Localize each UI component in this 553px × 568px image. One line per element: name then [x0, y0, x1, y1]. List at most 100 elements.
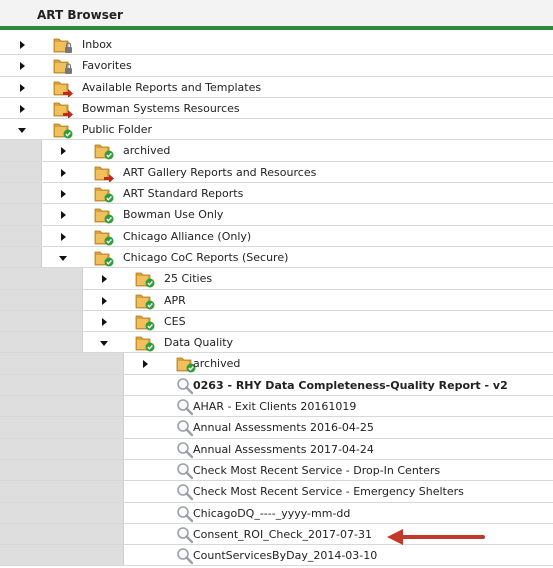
report-row[interactable]: 0263 - RHY Data Completeness-Quality Rep…: [0, 374, 553, 397]
tree-item-label[interactable]: Annual Assessments 2016-04-25: [193, 421, 374, 434]
tree-item-label[interactable]: CES: [164, 315, 186, 328]
folder-row[interactable]: Favorites: [0, 55, 553, 77]
folder-check-icon: [134, 292, 156, 310]
tree-indent: [0, 225, 42, 246]
expand-toggle-right-icon[interactable]: [17, 61, 27, 71]
tree-item-label[interactable]: Check Most Recent Service - Drop-In Cent…: [193, 464, 440, 477]
folder-lock-icon: [52, 57, 74, 75]
folder-row[interactable]: 25 Cities: [0, 268, 553, 290]
expand-toggle-right-icon[interactable]: [58, 189, 68, 199]
folder-row[interactable]: Chicago Alliance (Only): [0, 225, 553, 247]
tree-indent: [0, 545, 124, 566]
folder-row[interactable]: Available Reports and Templates: [0, 76, 553, 98]
tree-indent: [0, 417, 124, 438]
tree-indent: [0, 268, 83, 289]
folder-row[interactable]: Public Folder: [0, 119, 553, 141]
folder-row[interactable]: Bowman Systems Resources: [0, 97, 553, 120]
tree-item-label[interactable]: ART Gallery Reports and Resources: [123, 166, 316, 179]
folder-row[interactable]: archived: [0, 353, 553, 375]
folder-redarrow-icon: [93, 164, 115, 183]
tree-indent: [0, 459, 124, 481]
tree-item-label[interactable]: APR: [164, 294, 186, 307]
tree-item-label[interactable]: AHAR - Exit Clients 20161019: [193, 400, 356, 413]
folder-row[interactable]: archived: [0, 140, 553, 162]
tree-item-label[interactable]: Bowman Systems Resources: [82, 102, 240, 115]
tree-item-label[interactable]: 0263 - RHY Data Completeness-Quality Rep…: [193, 379, 508, 392]
expand-toggle-right-icon[interactable]: [140, 359, 150, 369]
tree-indent: [0, 523, 124, 545]
folder-row[interactable]: ART Gallery Reports and Resources: [0, 161, 553, 184]
report-row[interactable]: Check Most Recent Service - Emergency Sh…: [0, 481, 553, 503]
expand-toggle-right-icon[interactable]: [58, 232, 68, 242]
tree-item-label[interactable]: archived: [123, 144, 170, 157]
expand-toggle-right-icon[interactable]: [17, 104, 27, 114]
folder-check-icon: [93, 249, 115, 267]
tree-item-label[interactable]: 25 Cities: [164, 272, 212, 285]
tree-item-label[interactable]: Chicago Alliance (Only): [123, 230, 251, 243]
expand-toggle-right-icon[interactable]: [99, 296, 109, 306]
tree-indent: [0, 502, 124, 523]
report-row[interactable]: Check Most Recent Service - Drop-In Cent…: [0, 459, 553, 482]
tree-item-label[interactable]: CountServicesByDay_2014-03-10: [193, 549, 377, 562]
tree-indent: [0, 374, 124, 396]
tree-item-label[interactable]: Annual Assessments 2017-04-24: [193, 443, 374, 456]
tree-indent: [0, 396, 124, 417]
folder-check-icon: [134, 313, 156, 331]
folder-row[interactable]: Inbox: [0, 34, 553, 56]
tree-indent: [0, 161, 42, 183]
tree-indent: [0, 332, 83, 353]
report-row[interactable]: Consent_ROI_Check_2017-07-31: [0, 523, 553, 546]
tree-item-label[interactable]: Consent_ROI_Check_2017-07-31: [193, 528, 372, 541]
expand-toggle-right-icon[interactable]: [58, 210, 68, 220]
folder-check-icon: [134, 334, 156, 352]
report-row[interactable]: ChicagoDQ_----_yyyy-mm-dd: [0, 502, 553, 524]
tree-item-label[interactable]: Bowman Use Only: [123, 208, 223, 221]
folder-row[interactable]: APR: [0, 289, 553, 311]
tree-item-label[interactable]: archived: [193, 357, 240, 370]
expand-toggle-down-icon[interactable]: [58, 253, 68, 263]
folder-check-icon: [93, 142, 115, 160]
folder-row[interactable]: CES: [0, 310, 553, 333]
tree-item-label[interactable]: Favorites: [82, 59, 132, 72]
folder-check-icon: [93, 185, 115, 203]
tree-item-label[interactable]: ART Standard Reports: [123, 187, 243, 200]
folder-redarrow-icon: [52, 100, 74, 119]
folder-lock-icon: [52, 36, 74, 54]
folder-row[interactable]: ART Standard Reports: [0, 183, 553, 205]
report-row[interactable]: AHAR - Exit Clients 20161019: [0, 396, 553, 418]
folder-check-icon: [52, 121, 74, 139]
report-row[interactable]: Annual Assessments 2017-04-24: [0, 438, 553, 460]
folder-check-icon: [134, 270, 156, 288]
tree-item-label[interactable]: Check Most Recent Service - Emergency Sh…: [193, 485, 464, 498]
expand-toggle-right-icon[interactable]: [17, 40, 27, 50]
folder-row[interactable]: Bowman Use Only: [0, 204, 553, 226]
tree-item-label[interactable]: Available Reports and Templates: [82, 81, 261, 94]
art-browser-header: ART Browser: [0, 0, 553, 30]
folder-row[interactable]: Data Quality: [0, 332, 553, 354]
expand-toggle-right-icon[interactable]: [99, 274, 109, 284]
tree-indent: [0, 246, 42, 268]
expand-toggle-down-icon[interactable]: [99, 338, 109, 348]
expand-toggle-right-icon[interactable]: [58, 146, 68, 156]
tree-indent: [0, 140, 42, 161]
expand-toggle-right-icon[interactable]: [17, 83, 27, 93]
folder-tree: Inbox Favorites Available Reports and Temp…: [0, 34, 553, 567]
tree-indent: [0, 310, 83, 332]
expand-toggle-right-icon[interactable]: [58, 168, 68, 178]
tree-item-label[interactable]: Inbox: [82, 38, 112, 51]
tree-indent: [0, 481, 124, 502]
tree-item-label[interactable]: Public Folder: [82, 123, 152, 136]
tree-indent: [0, 204, 42, 225]
expand-toggle-right-icon[interactable]: [99, 317, 109, 327]
tree-item-label[interactable]: ChicagoDQ_----_yyyy-mm-dd: [193, 507, 350, 520]
tree-item-label[interactable]: Chicago CoC Reports (Secure): [123, 251, 288, 264]
tree-item-label[interactable]: Data Quality: [164, 336, 233, 349]
folder-check-icon: [93, 228, 115, 246]
expand-toggle-down-icon[interactable]: [17, 125, 27, 135]
folder-row[interactable]: Chicago CoC Reports (Secure): [0, 246, 553, 269]
tree-indent: [0, 438, 124, 459]
tree-indent: [0, 183, 42, 204]
report-row[interactable]: CountServicesByDay_2014-03-10: [0, 545, 553, 567]
report-row[interactable]: Annual Assessments 2016-04-25: [0, 417, 553, 439]
folder-check-icon: [93, 206, 115, 224]
